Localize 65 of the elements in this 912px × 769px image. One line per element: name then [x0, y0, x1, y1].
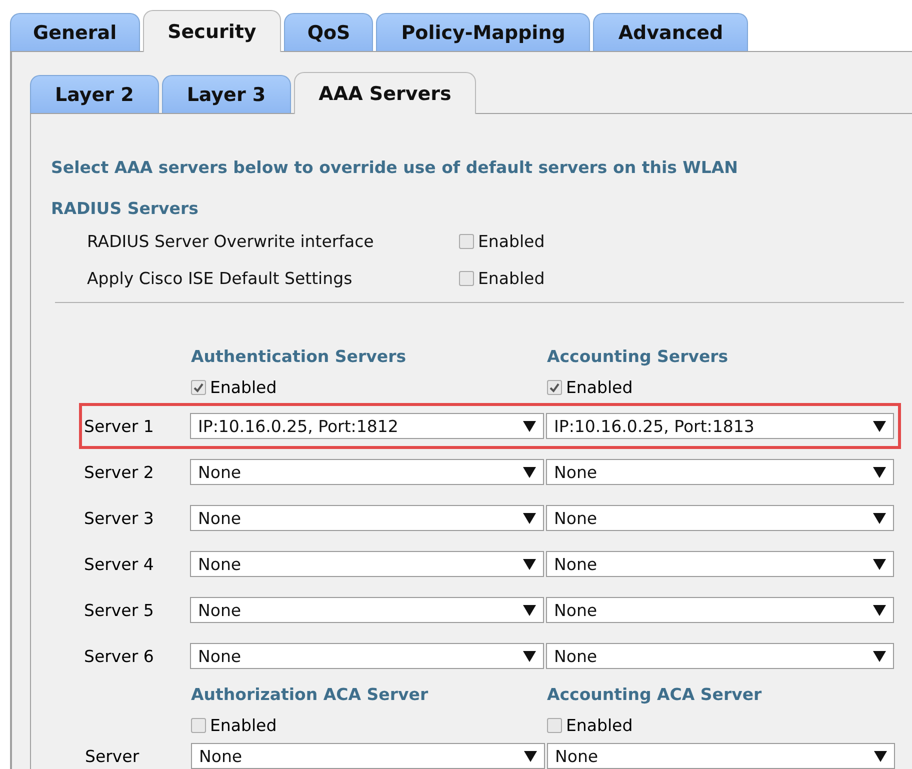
column-heading: Accounting ACA Server: [547, 685, 763, 704]
intro-text: Select AAA servers below to override use of default servers on this WLAN: [51, 158, 739, 177]
caret-icon: [873, 420, 886, 432]
row-label: Server: [85, 746, 140, 766]
dropdown[interactable]: None: [190, 459, 544, 485]
checkbox-label: Enabled: [478, 232, 545, 251]
dropdown[interactable]: None: [546, 459, 894, 485]
checkbox-label: Enabled: [566, 378, 633, 397]
dropdown[interactable]: None: [546, 643, 894, 669]
row-label: Server 5: [84, 600, 155, 620]
caret-icon: [523, 650, 536, 662]
option-label: RADIUS Server Overwrite interface: [87, 232, 375, 251]
tab[interactable]: Layer 3: [162, 75, 291, 113]
dropdown[interactable]: None: [547, 743, 895, 769]
caret-icon: [873, 604, 886, 616]
dropdown[interactable]: None: [190, 551, 544, 577]
checkbox-label: Enabled: [566, 716, 633, 735]
dropdown[interactable]: None: [190, 643, 544, 669]
tab[interactable]: AAA Servers: [294, 72, 476, 114]
tab[interactable]: QoS: [284, 13, 374, 51]
dropdown[interactable]: None: [546, 505, 894, 531]
caret-icon: [523, 558, 536, 570]
checkbox-label: Enabled: [210, 378, 277, 397]
caret-icon: [873, 558, 886, 570]
caret-icon: [874, 750, 887, 762]
column-heading: Authentication Servers: [191, 347, 408, 366]
row-label: Server 3: [84, 508, 155, 528]
tab[interactable]: Policy-Mapping: [376, 13, 590, 51]
dropdown[interactable]: IP:10.16.0.25, Port:1812: [190, 413, 544, 439]
checkbox[interactable]: [459, 271, 474, 286]
option-label: Apply Cisco ISE Default Settings: [87, 269, 354, 288]
row-label: Server 6: [84, 646, 155, 666]
section-heading: RADIUS Servers: [51, 199, 200, 218]
caret-icon: [873, 512, 886, 524]
caret-icon: [873, 650, 886, 662]
tab[interactable]: General: [10, 13, 140, 51]
checkbox[interactable]: [459, 234, 474, 249]
caret-icon: [873, 466, 886, 478]
checkbox[interactable]: [191, 380, 206, 395]
dropdown[interactable]: None: [190, 597, 544, 623]
tab[interactable]: Advanced: [593, 13, 748, 51]
checkbox-label: Enabled: [478, 269, 545, 288]
caret-icon: [523, 420, 536, 432]
dropdown[interactable]: IP:10.16.0.25, Port:1813: [546, 413, 894, 439]
caret-icon: [523, 604, 536, 616]
checkbox-label: Enabled: [210, 716, 277, 735]
column-heading: Authorization ACA Server: [191, 685, 430, 704]
checkbox[interactable]: [547, 380, 562, 395]
row-label: Server 4: [84, 554, 155, 574]
tab[interactable]: Security: [142, 10, 282, 52]
checkbox[interactable]: [547, 718, 562, 733]
check-icon: [193, 382, 204, 393]
dropdown[interactable]: None: [546, 597, 894, 623]
check-icon: [549, 382, 560, 393]
row-label: Server 2: [84, 462, 155, 482]
caret-icon: [524, 750, 537, 762]
caret-icon: [523, 512, 536, 524]
dropdown[interactable]: None: [190, 505, 544, 531]
checkbox[interactable]: [191, 718, 206, 733]
column-heading: Accounting Servers: [547, 347, 730, 366]
dropdown[interactable]: None: [546, 551, 894, 577]
tab[interactable]: Layer 2: [30, 75, 159, 113]
row-label: Server 1: [84, 416, 155, 436]
caret-icon: [523, 466, 536, 478]
dropdown[interactable]: None: [191, 743, 545, 769]
